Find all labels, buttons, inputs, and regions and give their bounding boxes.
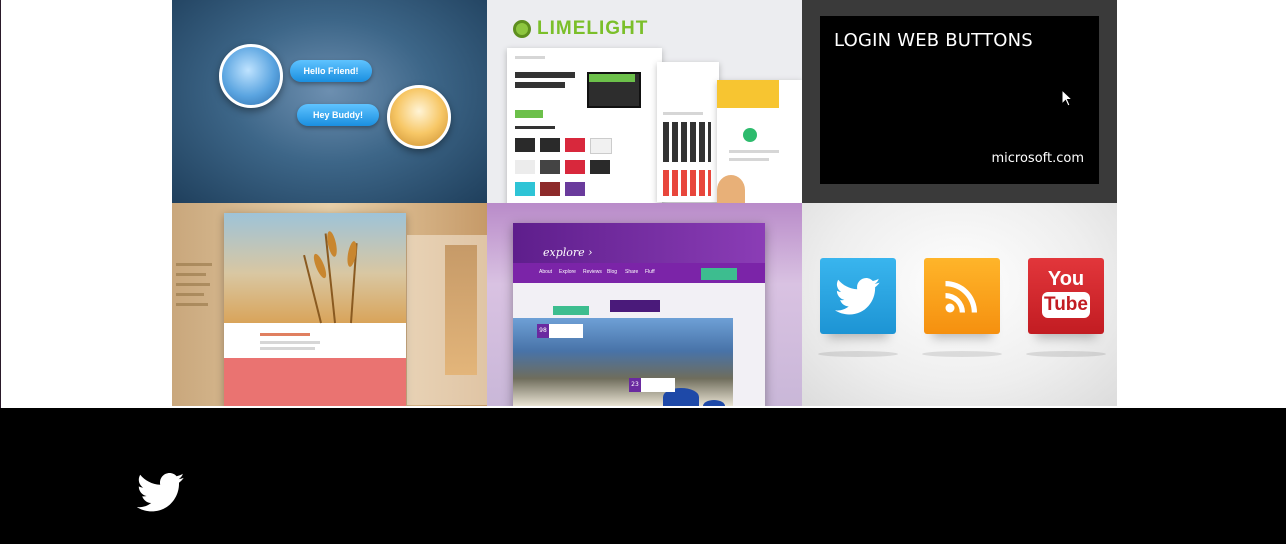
portfolio-tile-chat-bubbles[interactable]: Hello Friend! Hey Buddy! xyxy=(172,0,487,203)
dome-shape xyxy=(703,400,725,406)
explore-tag: 98 xyxy=(537,324,583,338)
mock-line xyxy=(729,150,779,153)
bird-avatar-2 xyxy=(387,85,451,149)
mock-portrait xyxy=(717,175,745,203)
wheat-footer xyxy=(224,358,406,406)
mock-thumb xyxy=(540,182,560,196)
mock-heading xyxy=(515,72,575,78)
explore-cta xyxy=(701,268,737,280)
portfolio-grid: Hello Friend! Hey Buddy! LIMELIGHT LOGIN… xyxy=(172,0,1117,408)
tile-source: microsoft.com xyxy=(991,151,1084,166)
text-line xyxy=(176,283,210,286)
twitter-icon[interactable] xyxy=(137,472,185,514)
text-line xyxy=(176,293,204,296)
explore-nav-item: Blog xyxy=(607,269,618,275)
wheat-hero-image xyxy=(224,213,406,324)
mock-nav-line xyxy=(515,56,545,59)
text-line xyxy=(176,263,212,266)
chat-bubble-hey: Hey Buddy! xyxy=(297,104,379,126)
youtube-app-tile: You Tube xyxy=(1028,258,1104,334)
mock-thumb xyxy=(590,138,612,154)
mock-thumb xyxy=(540,160,560,174)
mock-thumb xyxy=(565,138,585,152)
chat-bubble-hello: Hello Friend! xyxy=(290,60,372,82)
mock-thumb xyxy=(565,160,585,174)
mock-button xyxy=(515,110,543,118)
youtube-icon-text-top: You xyxy=(1047,268,1085,290)
explore-tag: 23 xyxy=(629,378,675,392)
mock-banner xyxy=(717,80,779,108)
twitter-app-tile xyxy=(820,258,896,334)
explore-site-mockup: explore › About Explore Reviews Blog Sha… xyxy=(513,223,765,406)
portfolio-tile-login-web-buttons[interactable]: LOGIN WEB BUTTONS microsoft.com xyxy=(802,0,1117,203)
tag-number: 98 xyxy=(539,327,547,334)
text-line xyxy=(260,333,310,336)
limelight-mockup-third xyxy=(717,80,802,203)
portfolio-tile-limelight[interactable]: LIMELIGHT xyxy=(487,0,802,203)
limelight-logo: LIMELIGHT xyxy=(513,18,648,40)
limelight-mockup-main xyxy=(507,48,662,203)
mock-heading xyxy=(515,82,565,88)
icon-shadow xyxy=(1026,351,1106,357)
explore-nav-item: About xyxy=(539,269,553,275)
tile-title: LOGIN WEB BUTTONS xyxy=(834,30,1033,51)
text-line xyxy=(176,303,208,306)
portfolio-tile-social-icons[interactable]: You Tube xyxy=(802,203,1117,406)
tag-number: 23 xyxy=(631,381,639,388)
mock-calendar xyxy=(663,170,711,196)
lime-icon xyxy=(513,20,531,38)
text-line xyxy=(260,347,315,350)
explore-nav-item: Fluff xyxy=(645,269,655,275)
site-footer xyxy=(0,408,1286,544)
mock-thumb xyxy=(590,160,610,174)
mock-line xyxy=(729,158,769,161)
mock-calendar xyxy=(663,122,711,162)
explore-button xyxy=(553,306,589,315)
mock-thumb xyxy=(515,160,535,174)
icon-shadow xyxy=(818,351,898,357)
mock-line xyxy=(663,112,703,115)
mouse-cursor-icon xyxy=(1061,89,1073,107)
bird-avatar-1 xyxy=(219,44,283,108)
explore-nav-item: Reviews xyxy=(583,269,602,275)
portfolio-tile-explore[interactable]: explore › About Explore Reviews Blog Sha… xyxy=(487,203,802,406)
mock-section-title xyxy=(515,126,555,129)
wheat-side-image xyxy=(445,245,477,375)
text-line xyxy=(260,341,320,344)
page-left-border xyxy=(0,0,1,408)
explore-nav-item: Explore xyxy=(559,269,576,275)
portfolio-tile-wheat-site[interactable] xyxy=(172,203,487,406)
side-handwriting xyxy=(176,263,216,343)
mock-thumb xyxy=(540,138,560,152)
mock-thumb xyxy=(515,138,535,152)
youtube-icon-text-bottom: Tube xyxy=(1042,292,1090,318)
mock-thumb xyxy=(565,182,585,196)
rss-app-tile xyxy=(924,258,1000,334)
explore-nav-item: Share xyxy=(625,269,639,275)
wheat-side-page xyxy=(407,235,487,405)
login-card-overlay[interactable]: LOGIN WEB BUTTONS microsoft.com xyxy=(820,16,1099,184)
text-line xyxy=(176,273,206,276)
limelight-logo-text: LIMELIGHT xyxy=(537,18,649,39)
check-icon xyxy=(743,128,757,142)
explore-logo: explore › xyxy=(543,246,593,259)
wheat-site-mockup xyxy=(224,213,406,406)
rss-icon xyxy=(945,281,977,313)
limelight-mockup-secondary xyxy=(657,62,719,202)
mock-thumb xyxy=(515,182,535,196)
mock-device-highlight xyxy=(589,74,635,82)
explore-dropdown xyxy=(610,300,660,312)
twitter-bird-icon xyxy=(835,278,881,315)
santorini-photo: 98 23 xyxy=(513,318,733,406)
wheat-ear xyxy=(311,252,329,280)
icon-shadow xyxy=(922,351,1002,357)
